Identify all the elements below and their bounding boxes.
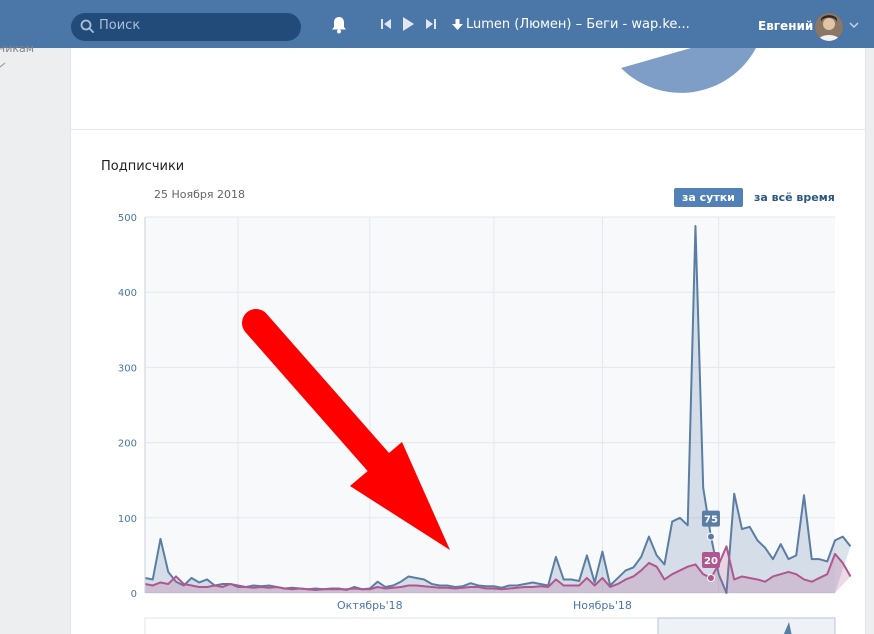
subscribers-chart: 0 100 200 300 400 500 Октябрь'18 Ноябрь'18 75 2… xyxy=(118,213,852,634)
data-label: 75 xyxy=(704,515,718,526)
y-tick-label: 300 xyxy=(118,363,137,374)
y-tick-label: 500 xyxy=(118,213,137,224)
x-tick-label: Ноябрь'18 xyxy=(573,599,632,612)
data-label: 20 xyxy=(704,556,718,567)
x-axis: Октябрь'18 Ноябрь'18 xyxy=(337,599,632,612)
data-point xyxy=(706,532,715,541)
y-tick-label: 100 xyxy=(118,514,137,525)
y-axis: 0 100 200 300 400 500 xyxy=(118,213,146,600)
navigator-window xyxy=(657,617,836,634)
y-tick-label: 400 xyxy=(118,288,137,299)
y-tick-label: 0 xyxy=(131,589,137,600)
y-tick-label: 200 xyxy=(118,439,137,450)
data-point xyxy=(706,573,715,582)
x-tick-label: Октябрь'18 xyxy=(337,599,403,612)
